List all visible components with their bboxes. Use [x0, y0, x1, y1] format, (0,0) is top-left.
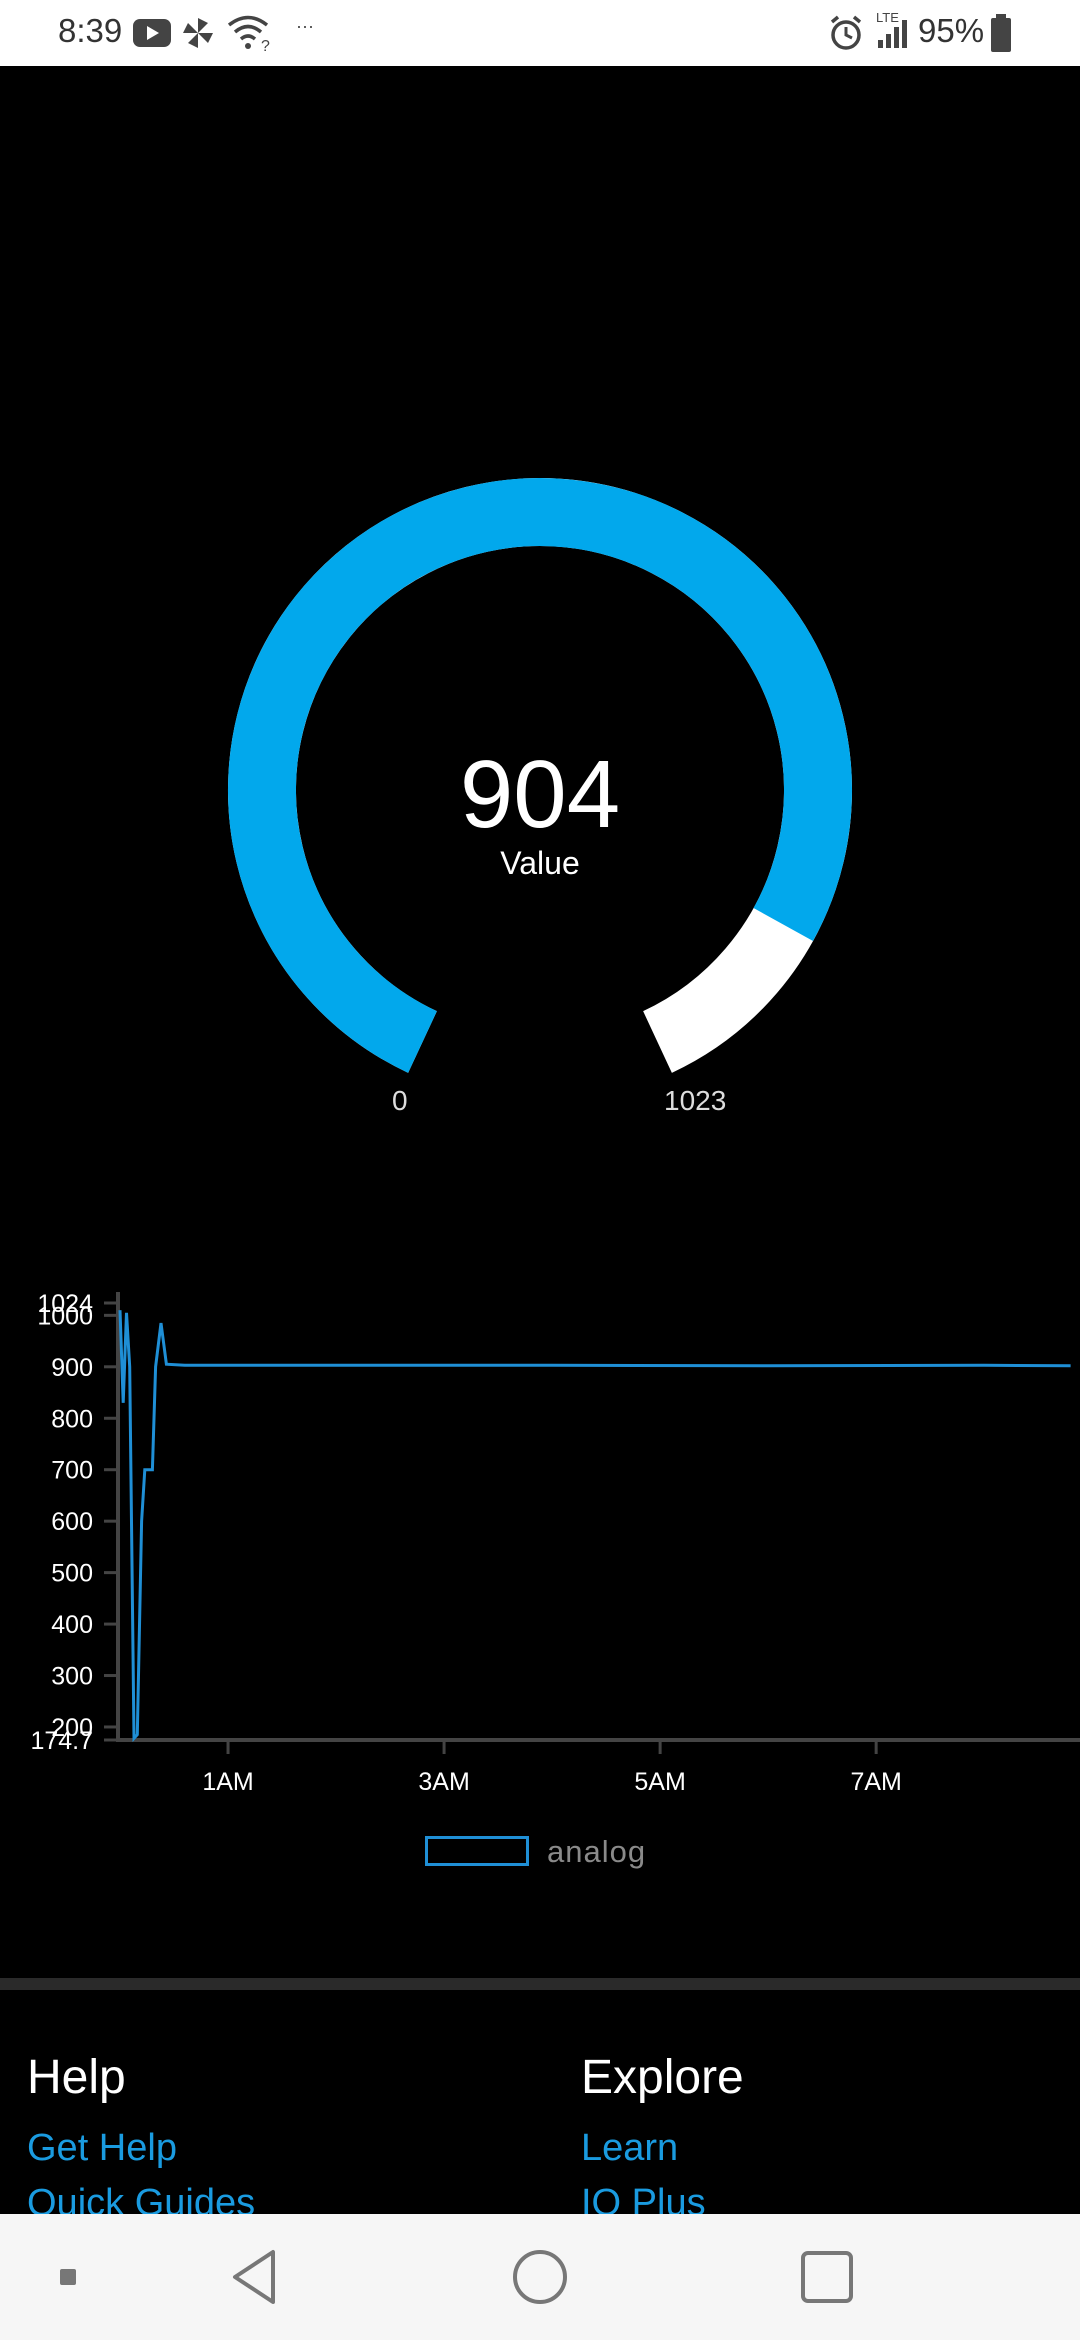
y-tick-label: 600 — [51, 1508, 93, 1536]
overview-button[interactable] — [772, 2214, 882, 2340]
x-tick-label: 1AM — [202, 1768, 253, 1796]
y-tick-label: 400 — [51, 1611, 93, 1639]
legend-swatch — [425, 1836, 529, 1866]
gauge-widget: 904 Value 0 1023 — [0, 460, 1080, 1140]
y-tick-label: 1000 — [37, 1302, 93, 1330]
gauge-value: 904 — [459, 741, 621, 848]
home-icon — [513, 2250, 567, 2304]
footer-explore: Explore Learn IO Plus — [581, 2050, 744, 2237]
legend-label: analog — [547, 1834, 647, 1869]
svg-text:?: ? — [261, 38, 270, 53]
x-tick-label: 3AM — [418, 1768, 469, 1796]
navigation-bar — [0, 2214, 1080, 2340]
youtube-icon — [133, 19, 171, 47]
gauge-max-label: 1023 — [664, 1085, 727, 1116]
back-icon — [233, 2250, 275, 2304]
battery-percent: 95% — [918, 12, 985, 49]
overview-icon — [801, 2251, 853, 2303]
recent-square-button[interactable] — [30, 2214, 106, 2340]
wifi-question-icon: ? — [227, 15, 270, 53]
y-tick-label: 800 — [51, 1405, 93, 1433]
pinwheel-icon — [183, 18, 213, 48]
series-analog-line — [118, 1310, 1071, 1743]
y-tick-label: 500 — [51, 1560, 93, 1588]
footer-link-learn[interactable]: Learn — [581, 2127, 744, 2170]
footer-help: Help Get Help Quick Guides — [27, 2050, 255, 2237]
analog-line-chart: 10241000900800700600500400300200174.7 1A… — [30, 1290, 1080, 1796]
more-notifications-icon: ··· — [296, 16, 314, 36]
status-time: 8:39 — [58, 12, 123, 49]
signal-icon — [878, 20, 907, 48]
footer-explore-heading: Explore — [581, 2051, 744, 2104]
y-tick-label: 700 — [51, 1457, 93, 1485]
status-bar: 8:39 ? ··· LTE 95% — [0, 0, 1080, 66]
back-button[interactable] — [200, 2214, 310, 2340]
home-button[interactable] — [485, 2214, 595, 2340]
alarm-icon — [830, 15, 862, 50]
recent-square-icon — [60, 2269, 76, 2285]
y-tick-label: 174.7 — [30, 1727, 93, 1755]
battery-icon — [991, 14, 1011, 52]
footer-divider — [0, 1978, 1080, 1990]
y-tick-label: 300 — [51, 1663, 93, 1691]
gauge-min-label: 0 — [392, 1085, 408, 1116]
x-tick-label: 7AM — [850, 1768, 901, 1796]
x-tick-label: 5AM — [634, 1768, 685, 1796]
y-tick-label: 900 — [51, 1354, 93, 1382]
gauge-label: Value — [500, 845, 580, 881]
footer-link-get-help[interactable]: Get Help — [27, 2127, 255, 2170]
footer-help-heading: Help — [27, 2051, 126, 2104]
